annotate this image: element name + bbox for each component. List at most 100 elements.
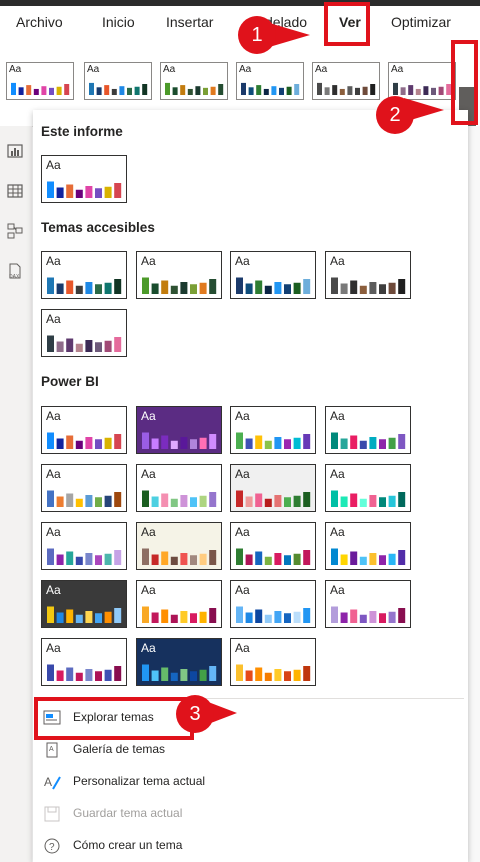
model-view-icon[interactable] <box>6 222 24 240</box>
theme-thumbnail[interactable]: Aa <box>325 406 411 454</box>
theme-color-bar <box>161 609 169 623</box>
theme-color-bar <box>388 282 396 294</box>
menu-item-como-crear-tema[interactable]: ? Cómo crear un tema <box>37 831 464 861</box>
theme-color-bar <box>49 87 54 95</box>
theme-color-bar <box>388 495 396 507</box>
theme-preview-bars <box>236 664 311 681</box>
tab-inicio[interactable]: Inicio <box>102 14 135 30</box>
theme-color-bar <box>398 550 406 565</box>
theme-color-bar <box>26 85 32 95</box>
theme-color-bar <box>264 556 272 565</box>
ribbon-theme-thumb[interactable]: Aa <box>6 62 74 100</box>
theme-color-bar <box>104 282 112 294</box>
theme-color-bar <box>400 87 406 95</box>
theme-thumbnail[interactable]: Aa <box>230 522 316 570</box>
theme-color-bar <box>11 82 16 95</box>
theme-color-bar <box>274 282 282 294</box>
theme-color-bar <box>119 86 125 95</box>
theme-color-bar <box>187 88 193 95</box>
theme-thumbnail[interactable]: Aa <box>41 309 127 357</box>
theme-thumbnail[interactable]: Aa <box>41 155 127 203</box>
theme-color-bar <box>303 434 311 449</box>
theme-color-bar <box>293 553 301 565</box>
theme-thumbnail[interactable]: Aa <box>325 580 411 628</box>
theme-thumbnail[interactable]: Aa <box>136 522 222 570</box>
theme-thumbnail[interactable]: Aa <box>41 464 127 512</box>
theme-thumbnail[interactable]: Aa <box>41 406 127 454</box>
ribbon-theme-thumb[interactable]: Aa <box>236 62 304 100</box>
menu-item-personalizar-tema[interactable]: A Personalizar tema actual <box>37 767 464 797</box>
theme-color-bar <box>104 340 112 352</box>
report-view-icon[interactable] <box>6 142 24 160</box>
menu-item-guardar-tema: Guardar tema actual <box>37 799 464 829</box>
theme-thumbnail[interactable]: Aa <box>136 251 222 299</box>
theme-color-bar <box>331 277 338 294</box>
theme-color-bar <box>95 671 102 681</box>
theme-preview-bars <box>331 490 406 507</box>
theme-thumbnail[interactable]: Aa <box>230 638 316 686</box>
theme-color-bar <box>340 612 348 623</box>
theme-preview-bars <box>142 664 217 681</box>
theme-color-bar <box>370 84 376 95</box>
theme-color-bar <box>388 611 396 623</box>
theme-color-bar <box>264 672 272 681</box>
theme-color-bar <box>142 664 149 681</box>
theme-color-bar <box>398 434 406 449</box>
theme-color-bar <box>114 183 122 198</box>
theme-color-bar <box>190 555 197 565</box>
theme-thumbnail[interactable]: Aa <box>136 406 222 454</box>
tab-optimizar[interactable]: Optimizar <box>391 14 451 30</box>
theme-preview-bars <box>236 277 311 294</box>
theme-color-bar <box>75 440 83 449</box>
theme-thumbnail[interactable]: Aa <box>230 464 316 512</box>
theme-preview-bars <box>317 82 376 95</box>
theme-thumbnail[interactable]: Aa <box>136 580 222 628</box>
ribbon-theme-thumb[interactable]: Aa <box>388 62 456 100</box>
theme-thumbnail[interactable]: Aa <box>136 638 222 686</box>
theme-color-bar <box>195 86 201 95</box>
theme-color-bar <box>18 87 24 95</box>
theme-thumbnail[interactable]: Aa <box>325 522 411 570</box>
theme-thumbnail[interactable]: Aa <box>136 464 222 512</box>
ribbon-theme-thumb[interactable]: Aa <box>84 62 152 100</box>
theme-color-bar <box>190 671 197 681</box>
theme-color-bar <box>89 82 94 95</box>
theme-color-bar <box>161 280 169 294</box>
theme-color-bar <box>66 184 74 198</box>
theme-color-bar <box>170 672 178 681</box>
theme-color-bar <box>114 434 122 449</box>
theme-thumbnail[interactable]: Aa <box>230 580 316 628</box>
ribbon-theme-thumb[interactable]: Aa <box>160 62 228 100</box>
theme-thumbnail[interactable]: Aa <box>41 251 127 299</box>
callout-2: 2 <box>376 96 414 134</box>
table-view-icon[interactable] <box>6 182 24 200</box>
theme-preview-bars <box>47 606 122 623</box>
tab-archivo[interactable]: Archivo <box>16 14 63 30</box>
left-view-rail: DAX <box>0 126 32 862</box>
theme-color-bar <box>114 337 122 352</box>
theme-thumbnail[interactable]: Aa <box>325 251 411 299</box>
theme-thumbnail[interactable]: Aa <box>41 580 127 628</box>
theme-preview-bars <box>331 606 406 623</box>
theme-color-bar <box>95 439 102 449</box>
theme-thumbnail[interactable]: Aa <box>325 464 411 512</box>
theme-color-bar <box>95 613 102 623</box>
theme-color-bar <box>95 284 102 294</box>
dax-query-icon[interactable]: DAX <box>6 262 24 280</box>
theme-color-bar <box>359 614 367 623</box>
theme-color-bar <box>56 86 62 95</box>
theme-thumbnail[interactable]: Aa <box>41 522 127 570</box>
theme-preview-bars <box>331 548 406 565</box>
theme-color-bar <box>66 435 74 449</box>
theme-color-bar <box>393 82 398 95</box>
theme-color-bar <box>180 282 188 294</box>
tab-insertar[interactable]: Insertar <box>166 14 213 30</box>
theme-thumbnail[interactable]: Aa <box>230 406 316 454</box>
theme-thumbnail[interactable]: Aa <box>41 638 127 686</box>
theme-color-bar <box>331 490 338 507</box>
theme-color-bar <box>264 498 272 507</box>
theme-thumbnail[interactable]: Aa <box>230 251 316 299</box>
theme-color-bar <box>75 556 83 565</box>
ribbon-theme-thumb[interactable]: Aa <box>312 62 380 100</box>
theme-color-bar <box>209 492 217 507</box>
